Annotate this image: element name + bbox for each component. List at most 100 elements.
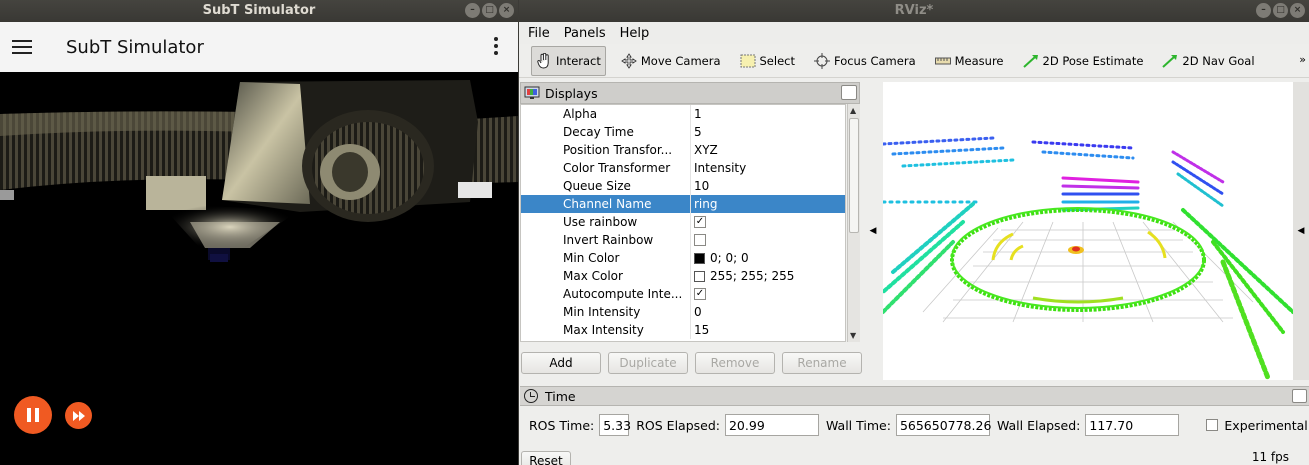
reset-button[interactable]: Reset <box>521 451 571 465</box>
tool-focus-camera[interactable]: Focus Camera <box>810 46 920 76</box>
move-camera-icon <box>621 52 637 69</box>
property-row[interactable]: Queue Size 10 <box>521 177 845 195</box>
toolbar-overflow-icon[interactable]: » <box>1299 53 1306 66</box>
tool-2d-nav-goal[interactable]: 2D Nav Goal <box>1158 46 1258 76</box>
3d-render-viewport[interactable] <box>883 82 1293 380</box>
minimize-icon[interactable]: – <box>1256 3 1271 18</box>
tool-2d-pose-estimate[interactable]: 2D Pose Estimate <box>1019 46 1148 76</box>
hamburger-menu-icon[interactable] <box>12 36 32 58</box>
property-name: Max Color <box>521 267 691 285</box>
property-name: Position Transfor... <box>521 141 691 159</box>
tool-measure[interactable]: Measure <box>931 46 1008 76</box>
ros-time-field[interactable]: 5.33 <box>599 414 631 436</box>
property-row[interactable]: Min Color 0; 0; 0 <box>521 249 845 267</box>
property-row[interactable]: Min Intensity 0 <box>521 303 845 321</box>
experimental-checkbox[interactable] <box>1206 419 1219 431</box>
menu-file[interactable]: File <box>528 26 550 41</box>
maximize-icon[interactable]: □ <box>482 3 497 18</box>
property-value[interactable]: 15 <box>691 321 709 339</box>
time-fields-row: ROS Time: 5.33 ROS Elapsed: 20.99 Wall T… <box>529 414 1308 436</box>
property-value[interactable]: 255; 255; 255 <box>710 269 794 283</box>
rename-button[interactable]: Rename <box>782 352 862 374</box>
ruler-icon <box>934 53 951 69</box>
property-row[interactable]: Color Transformer Intensity <box>521 159 845 177</box>
float-panel-button[interactable] <box>1292 389 1307 403</box>
close-icon[interactable]: × <box>499 3 514 18</box>
maximize-icon[interactable]: □ <box>1273 3 1288 18</box>
properties-scrollbar[interactable]: ▲ ▼ <box>847 104 860 342</box>
simulation-viewport[interactable] <box>0 72 518 465</box>
property-value[interactable]: 0 <box>691 303 702 321</box>
property-value[interactable]: ring <box>691 195 718 213</box>
property-row[interactable]: Use rainbow ✓ <box>521 213 845 231</box>
green-arrow-icon <box>1162 53 1178 69</box>
use-rainbow-checkbox[interactable]: ✓ <box>694 216 706 228</box>
property-row[interactable]: Max Color 255; 255; 255 <box>521 267 845 285</box>
tool-bar: Interact Move Camera Select Focus Camera… <box>519 44 1309 78</box>
property-row[interactable]: Position Transfor... XYZ <box>521 141 845 159</box>
rviz-window-controls: – □ × <box>1256 3 1305 18</box>
tool-move-camera[interactable]: Move Camera <box>617 46 725 76</box>
property-row-selected[interactable]: Channel Name ring <box>521 195 845 213</box>
minimize-icon[interactable]: – <box>465 3 480 18</box>
rviz-window-title: RViz* <box>894 3 934 18</box>
tool-select[interactable]: Select <box>736 46 799 76</box>
min-color-swatch[interactable] <box>694 252 705 264</box>
property-value[interactable]: 10 <box>691 177 709 195</box>
invert-rainbow-checkbox[interactable] <box>694 234 706 246</box>
tool-measure-label: Measure <box>954 53 1004 68</box>
property-name: Channel Name <box>521 195 691 213</box>
property-value[interactable]: 1 <box>691 105 702 123</box>
property-value[interactable]: 5 <box>691 123 702 141</box>
green-arrow-icon <box>1022 53 1039 69</box>
duplicate-button[interactable]: Duplicate <box>608 352 688 374</box>
fast-forward-icon <box>72 410 85 421</box>
property-row[interactable]: Decay Time 5 <box>521 123 845 141</box>
close-icon[interactable]: × <box>1290 3 1305 18</box>
tool-select-label: Select <box>759 53 795 68</box>
collapse-right-icon[interactable]: ◀ <box>1293 82 1309 380</box>
menu-help[interactable]: Help <box>620 26 650 41</box>
fast-forward-button[interactable] <box>65 402 92 429</box>
ros-elapsed-label: ROS Elapsed: <box>636 417 720 433</box>
property-name: Autocompute Inte... <box>521 285 691 303</box>
displays-title: Displays <box>545 85 598 101</box>
collapse-left-icon[interactable]: ◀ <box>864 82 882 380</box>
monitor-icon <box>524 86 540 99</box>
wall-elapsed-label: Wall Elapsed: <box>996 417 1081 433</box>
wall-time-field[interactable]: 565650778.26 <box>895 414 991 436</box>
pause-button[interactable] <box>14 396 52 434</box>
property-value[interactable]: Intensity <box>691 159 746 177</box>
property-row[interactable]: Max Intensity 15 <box>521 321 845 339</box>
property-name: Use rainbow <box>521 213 691 231</box>
property-value[interactable]: XYZ <box>691 141 718 159</box>
ros-elapsed-field[interactable]: 20.99 <box>724 414 819 436</box>
display-properties-tree[interactable]: Alpha 1 Decay Time 5 Position Transfor... X… <box>520 104 846 342</box>
tool-interact-label: Interact <box>556 53 601 68</box>
tool-focus-camera-label: Focus Camera <box>833 53 916 68</box>
more-options-icon[interactable] <box>494 37 498 58</box>
max-color-swatch[interactable] <box>694 270 705 282</box>
focus-camera-icon <box>813 52 830 69</box>
property-row[interactable]: Autocompute Inte... ✓ <box>521 285 845 303</box>
float-panel-button[interactable] <box>841 85 857 100</box>
remove-button[interactable]: Remove <box>695 352 775 374</box>
subt-window-controls: – □ × <box>465 3 514 18</box>
property-row[interactable]: Invert Rainbow <box>521 231 845 249</box>
property-value[interactable]: 0; 0; 0 <box>710 251 749 265</box>
property-row[interactable]: Alpha 1 <box>521 105 845 123</box>
app-title: SubT Simulator <box>66 36 204 58</box>
displays-panel: Displays Alpha 1 Decay Time 5 Position Tra… <box>520 82 862 382</box>
property-name: Min Color <box>521 249 691 267</box>
point-cloud-render <box>883 136 1293 380</box>
add-button[interactable]: Add <box>521 352 601 374</box>
autocompute-intensity-checkbox[interactable]: ✓ <box>694 288 706 300</box>
subt-titlebar: SubT Simulator – □ × <box>0 0 518 22</box>
tool-interact[interactable]: Interact <box>531 45 606 76</box>
scrollbar-thumb[interactable] <box>849 118 859 233</box>
scroll-down-icon[interactable]: ▼ <box>850 331 856 340</box>
wall-elapsed-field[interactable]: 117.70 <box>1085 414 1180 436</box>
menu-panels[interactable]: Panels <box>564 26 606 41</box>
subt-app-bar: SubT Simulator <box>0 22 518 72</box>
scroll-up-icon[interactable]: ▲ <box>850 106 856 115</box>
